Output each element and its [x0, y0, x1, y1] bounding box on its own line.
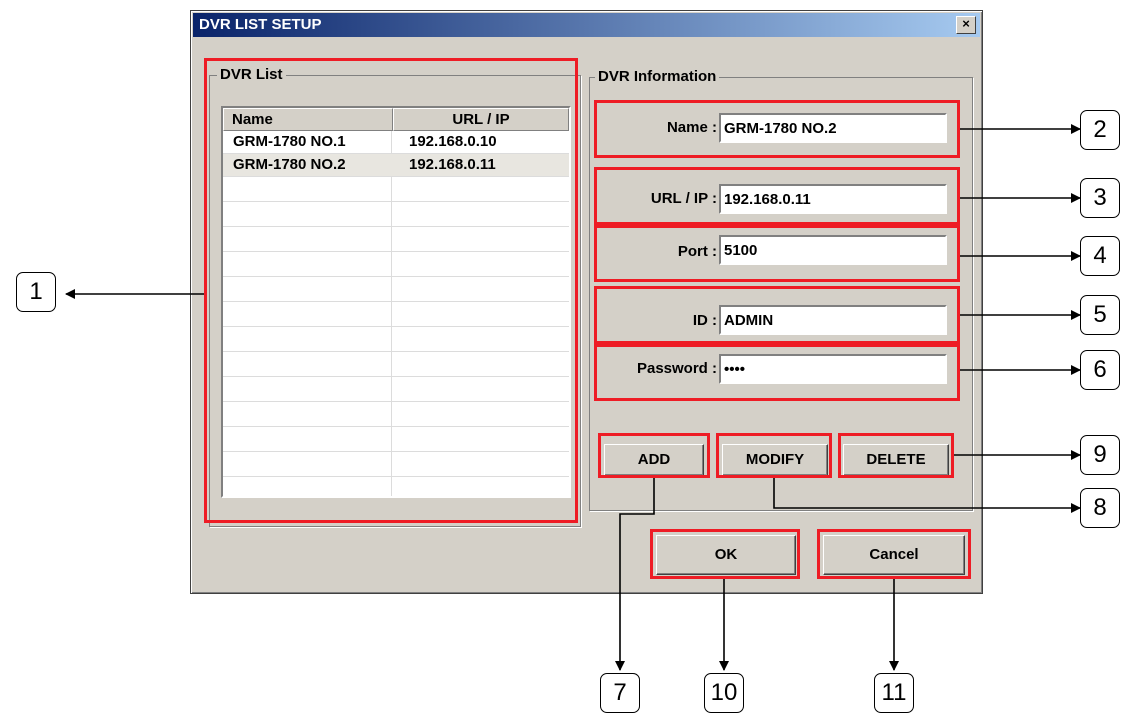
- callout-9: 9: [1080, 435, 1120, 475]
- callout-5: 5: [1080, 295, 1120, 335]
- callout-11: 11: [874, 673, 914, 713]
- callout-arrows: [65, 124, 1081, 671]
- callout-1: 1: [16, 272, 56, 312]
- callout-8: 8: [1080, 488, 1120, 528]
- callout-3: 3: [1080, 178, 1120, 218]
- callout-10: 10: [704, 673, 744, 713]
- callout-2: 2: [1080, 110, 1120, 150]
- callout-6: 6: [1080, 350, 1120, 390]
- callout-7: 7: [600, 673, 640, 713]
- callout-4: 4: [1080, 236, 1120, 276]
